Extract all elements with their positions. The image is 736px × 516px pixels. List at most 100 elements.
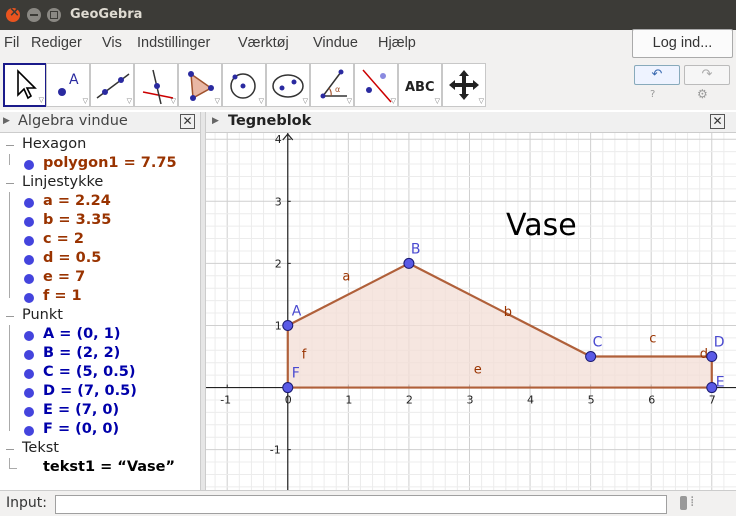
x-tick-label: 6 — [648, 394, 655, 407]
point-F[interactable] — [282, 382, 294, 394]
visibility-dot-icon[interactable] — [24, 426, 34, 436]
collapse-minus-icon[interactable] — [6, 183, 14, 184]
collapse-triangle-icon[interactable]: ▶ — [3, 116, 10, 126]
reflect-tool-button[interactable]: ▽ — [354, 63, 398, 107]
algebra-item[interactable]: c = 2 — [43, 231, 84, 247]
input-scroll-handle[interactable] — [680, 496, 687, 510]
input-bar: Input: — [0, 490, 736, 516]
point-label-A: A — [292, 303, 302, 319]
vase-text-object[interactable]: Vase — [506, 208, 577, 243]
move-tool-button[interactable]: ▽ — [3, 63, 47, 107]
collapse-minus-icon[interactable] — [6, 316, 14, 317]
text-tool-button[interactable]: ABC ▽ — [398, 63, 442, 107]
visibility-dot-icon[interactable] — [24, 274, 34, 284]
menu-hjaelp[interactable]: Hjælp — [378, 35, 416, 51]
circle-tool-button[interactable]: ▽ — [222, 63, 266, 107]
menu-vindue[interactable]: Vindue — [313, 35, 358, 51]
graphics-canvas[interactable]: -1 0 1 2 3 4 5 6 74321-1 abcdef ABC DEF Vase — [206, 133, 736, 490]
svg-text:α: α — [335, 85, 340, 94]
algebra-item[interactable]: B = (2, 2) — [43, 345, 120, 361]
y-tick-label: 3 — [275, 195, 282, 208]
visibility-dot-icon[interactable] — [24, 293, 34, 303]
visibility-dot-icon[interactable] — [24, 350, 34, 360]
algebra-item[interactable]: tekst1 = “Vase” — [43, 459, 175, 475]
algebra-item[interactable]: d = 0.5 — [43, 250, 101, 266]
x-tick-label: 4 — [527, 394, 534, 407]
undo-button[interactable]: ↶ — [634, 65, 680, 85]
x-tick-label: 2 — [406, 394, 413, 407]
segment-label-f: f — [302, 348, 307, 363]
menu-vis[interactable]: Vis — [102, 35, 122, 51]
minimize-window-button[interactable] — [27, 8, 41, 22]
y-tick-label: -1 — [270, 444, 281, 457]
menu-fil[interactable]: Fil — [4, 35, 19, 51]
svg-text:ABC: ABC — [405, 80, 435, 95]
algebra-item[interactable]: E = (7, 0) — [43, 402, 119, 418]
angle-tool-button[interactable]: α ▽ — [310, 63, 354, 107]
help-icon[interactable]: ? — [650, 89, 655, 100]
x-tick-label: 5 — [588, 394, 595, 407]
point-label-B: B — [411, 241, 421, 257]
close-window-button[interactable] — [6, 5, 20, 22]
algebra-item[interactable]: C = (5, 0.5) — [43, 364, 135, 380]
visibility-dot-icon[interactable] — [24, 369, 34, 379]
visibility-dot-icon[interactable] — [24, 160, 34, 170]
conic-tool-button[interactable]: ▽ — [266, 63, 310, 107]
x-tick-label: 1 — [345, 394, 352, 407]
collapse-minus-icon[interactable] — [6, 145, 14, 146]
point-A[interactable] — [282, 319, 294, 331]
category-hexagon: Hexagon — [22, 136, 87, 152]
input-field[interactable] — [55, 495, 667, 514]
input-label: Input: — [6, 495, 47, 511]
point-label-D: D — [714, 335, 725, 351]
visibility-dot-icon[interactable] — [24, 407, 34, 417]
visibility-dot-icon[interactable] — [24, 198, 34, 208]
line-tool-button[interactable]: ▽ — [90, 63, 134, 107]
close-graphics-view-button[interactable]: ✕ — [710, 114, 725, 129]
perpendicular-line-tool-button[interactable]: ▽ — [134, 63, 178, 107]
algebra-item[interactable]: polygon1 = 7.75 — [43, 155, 177, 171]
visibility-dot-icon[interactable] — [24, 331, 34, 341]
algebra-view-title: Algebra vindue — [18, 113, 128, 129]
close-algebra-view-button[interactable]: ✕ — [180, 114, 195, 129]
polygon-tool-button[interactable]: ▽ — [178, 63, 222, 107]
move-graphics-view-tool-button[interactable]: ▽ — [442, 63, 486, 107]
point-tool-button[interactable]: A ▽ — [46, 63, 90, 107]
menu-vaerktoej[interactable]: Værktøj — [238, 35, 289, 51]
x-tick-label: -1 — [220, 394, 231, 407]
toolbar: ▽ A ▽ ▽ ▽ ▽ ▽ ▽ α ▽ ▽ ABC ▽ ▽ — [0, 60, 736, 110]
login-button[interactable]: Log ind... — [632, 29, 733, 58]
visibility-dot-icon[interactable] — [24, 255, 34, 265]
algebra-item[interactable]: b = 3.35 — [43, 212, 111, 228]
graphics-view-header: ▶ Tegneblok ✕ — [206, 112, 736, 133]
window-title: GeoGebra — [70, 7, 143, 22]
algebra-item[interactable]: A = (0, 1) — [43, 326, 120, 342]
title-bar: GeoGebra — [0, 0, 736, 30]
visibility-dot-icon[interactable] — [24, 236, 34, 246]
segment-label-c: c — [649, 332, 656, 347]
point-D[interactable] — [706, 351, 718, 363]
input-help-icon[interactable]: ⁞ — [690, 494, 694, 510]
redo-button[interactable]: ↷ — [684, 65, 730, 85]
algebra-list: Hexagon polygon1 = 7.75 Linjestykke a = … — [0, 134, 200, 488]
menu-rediger[interactable]: Rediger — [31, 35, 82, 51]
algebra-view-header: ▶ Algebra vindue ✕ — [0, 112, 200, 133]
algebra-item[interactable]: F = (0, 0) — [43, 421, 119, 437]
collapse-triangle-icon[interactable]: ▶ — [212, 116, 219, 126]
segment-label-a: a — [342, 269, 350, 284]
graphics-view-title: Tegneblok — [228, 113, 312, 129]
collapse-minus-icon[interactable] — [6, 449, 14, 450]
point-label-F: F — [292, 366, 300, 382]
visibility-dot-icon[interactable] — [24, 217, 34, 227]
algebra-item[interactable]: a = 2.24 — [43, 193, 111, 209]
gear-icon[interactable]: ⚙ — [697, 87, 708, 101]
algebra-item[interactable]: e = 7 — [43, 269, 85, 285]
point-B[interactable] — [403, 257, 415, 269]
algebra-item[interactable]: D = (7, 0.5) — [43, 383, 137, 399]
maximize-window-button[interactable] — [47, 8, 61, 22]
visibility-dot-icon[interactable] — [24, 388, 34, 398]
algebra-item[interactable]: f = 1 — [43, 288, 82, 304]
svg-text:A: A — [69, 72, 79, 88]
point-C[interactable] — [585, 351, 597, 363]
menu-indstillinger[interactable]: Indstillinger — [137, 35, 210, 51]
